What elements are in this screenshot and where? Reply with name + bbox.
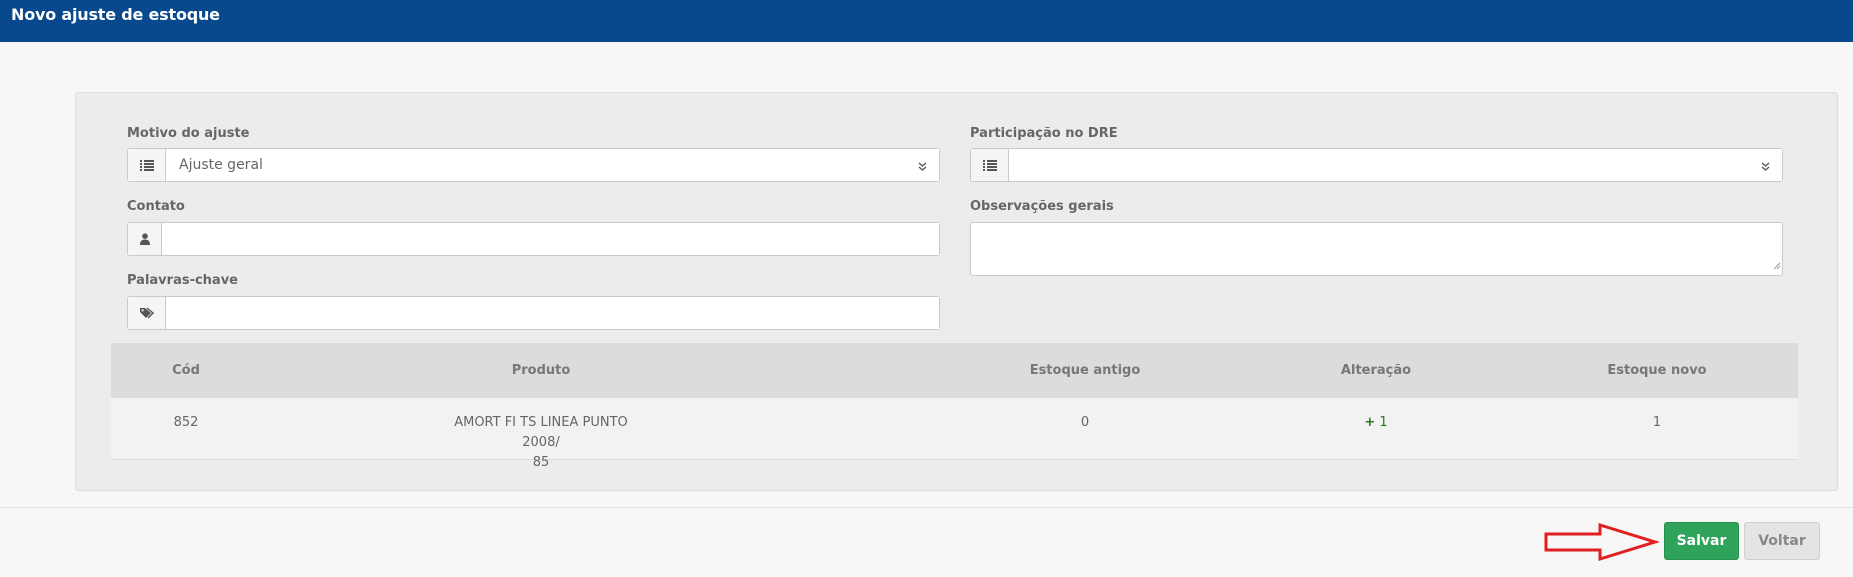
observacoes-label: Observações gerais xyxy=(970,199,1114,214)
top-header-bar: Novo ajuste de estoque xyxy=(0,0,1853,42)
chevron-double-down-icon xyxy=(918,158,927,177)
palavras-input-group[interactable] xyxy=(127,296,940,330)
observacoes-textarea[interactable] xyxy=(970,222,1783,276)
contato-input[interactable] xyxy=(162,223,939,255)
list-icon xyxy=(128,149,166,181)
cell-estoque-novo: 1 xyxy=(1652,415,1662,430)
column-estoque-antigo: Estoque antigo xyxy=(1029,363,1141,378)
palavras-input[interactable] xyxy=(166,297,939,329)
plus-icon: + xyxy=(1364,415,1376,430)
resize-grip-icon[interactable] xyxy=(1773,255,1781,274)
page-title: Novo ajuste de estoque xyxy=(11,5,220,24)
column-estoque-novo: Estoque novo xyxy=(1607,363,1707,378)
dre-field[interactable] xyxy=(1009,149,1782,181)
tags-icon xyxy=(128,297,166,329)
cell-estoque-antigo: 0 xyxy=(1080,415,1090,430)
list-icon xyxy=(971,149,1009,181)
motivo-value: Ajuste geral xyxy=(179,157,263,173)
contato-label: Contato xyxy=(127,199,185,214)
dre-select[interactable] xyxy=(970,148,1783,182)
motivo-field[interactable]: Ajuste geral xyxy=(166,149,939,181)
cell-cod: 852 xyxy=(173,415,199,430)
cell-produto-line1: AMORT FI TS LINEA PUNTO 2008/ xyxy=(454,415,628,450)
back-button[interactable]: Voltar xyxy=(1744,522,1820,560)
table-row: 852 AMORT FI TS LINEA PUNTO 2008/ 85 0 +… xyxy=(111,398,1798,470)
column-alteracao: Alteração xyxy=(1340,363,1412,378)
motivo-label: Motivo do ajuste xyxy=(127,126,250,141)
motivo-select[interactable]: Ajuste geral xyxy=(127,148,940,182)
cell-alteracao: + 1 xyxy=(1351,413,1401,433)
contato-input-group[interactable] xyxy=(127,222,940,256)
column-cod: Cód xyxy=(172,363,200,378)
save-button[interactable]: Salvar xyxy=(1664,522,1739,560)
column-produto: Produto xyxy=(511,363,571,378)
palavras-label: Palavras-chave xyxy=(127,273,238,288)
chevron-double-down-icon xyxy=(1761,158,1770,177)
dre-label: Participação no DRE xyxy=(970,126,1118,141)
cell-produto: AMORT FI TS LINEA PUNTO 2008/ 85 xyxy=(441,413,641,473)
footer-divider xyxy=(0,507,1853,508)
table-header: Cód Produto Estoque antigo Alteração Est… xyxy=(111,343,1798,398)
arrow-right-icon xyxy=(1544,522,1659,562)
user-icon xyxy=(128,223,162,255)
cell-produto-line2: 85 xyxy=(532,455,550,470)
cell-alteracao-value: 1 xyxy=(1379,415,1388,430)
